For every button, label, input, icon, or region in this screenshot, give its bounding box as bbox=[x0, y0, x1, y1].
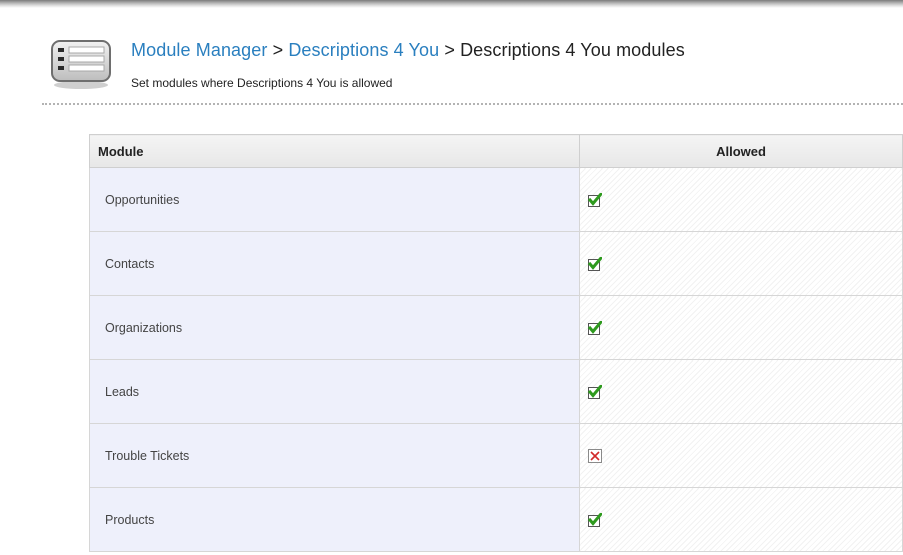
breadcrumb-module-manager-link[interactable]: Module Manager bbox=[131, 40, 267, 60]
breadcrumb-separator: > bbox=[272, 40, 284, 60]
module-name-cell: Contacts bbox=[89, 231, 580, 296]
table-row: Contacts bbox=[89, 231, 903, 296]
list-settings-icon bbox=[49, 38, 113, 90]
allowed-cell bbox=[579, 359, 903, 424]
table-header-row: Module Allowed bbox=[89, 134, 903, 168]
module-name-cell: Products bbox=[89, 487, 580, 552]
table-row: Leads bbox=[89, 359, 903, 424]
module-name-cell: Trouble Tickets bbox=[89, 423, 580, 488]
module-name-cell: Organizations bbox=[89, 295, 580, 360]
allowed-check-icon[interactable] bbox=[588, 385, 602, 400]
breadcrumb-descriptions-link[interactable]: Descriptions 4 You bbox=[288, 40, 439, 60]
table-row: Organizations bbox=[89, 295, 903, 360]
top-border bbox=[0, 0, 903, 8]
table-row: Products bbox=[89, 487, 903, 552]
not-allowed-cross-icon[interactable] bbox=[588, 449, 602, 464]
table-row: Trouble Tickets bbox=[89, 423, 903, 488]
allowed-check-icon[interactable] bbox=[588, 193, 602, 208]
page-subtitle: Set modules where Descriptions 4 You is … bbox=[131, 76, 393, 90]
modules-table-container: Module Allowed Opportunities Contacts Orga… bbox=[89, 134, 903, 552]
divider bbox=[42, 103, 903, 105]
allowed-check-icon[interactable] bbox=[588, 257, 602, 272]
allowed-cell bbox=[579, 295, 903, 360]
module-name-cell: Leads bbox=[89, 359, 580, 424]
allowed-cell bbox=[579, 231, 903, 296]
allowed-check-icon[interactable] bbox=[588, 321, 602, 336]
table-row: Opportunities bbox=[89, 167, 903, 232]
page: Module Manager > Descriptions 4 You > De… bbox=[0, 0, 903, 555]
column-header-allowed: Allowed bbox=[579, 134, 903, 168]
column-header-module: Module bbox=[89, 134, 580, 168]
modules-table: Module Allowed Opportunities Contacts Orga… bbox=[89, 134, 903, 552]
allowed-cell bbox=[579, 423, 903, 488]
allowed-cell bbox=[579, 167, 903, 232]
breadcrumb-separator: > bbox=[444, 40, 455, 60]
page-title: Module Manager > Descriptions 4 You > De… bbox=[131, 40, 685, 61]
module-name-cell: Opportunities bbox=[89, 167, 580, 232]
allowed-check-icon[interactable] bbox=[588, 513, 602, 528]
allowed-cell bbox=[579, 487, 903, 552]
breadcrumb-current: Descriptions 4 You modules bbox=[460, 40, 685, 60]
